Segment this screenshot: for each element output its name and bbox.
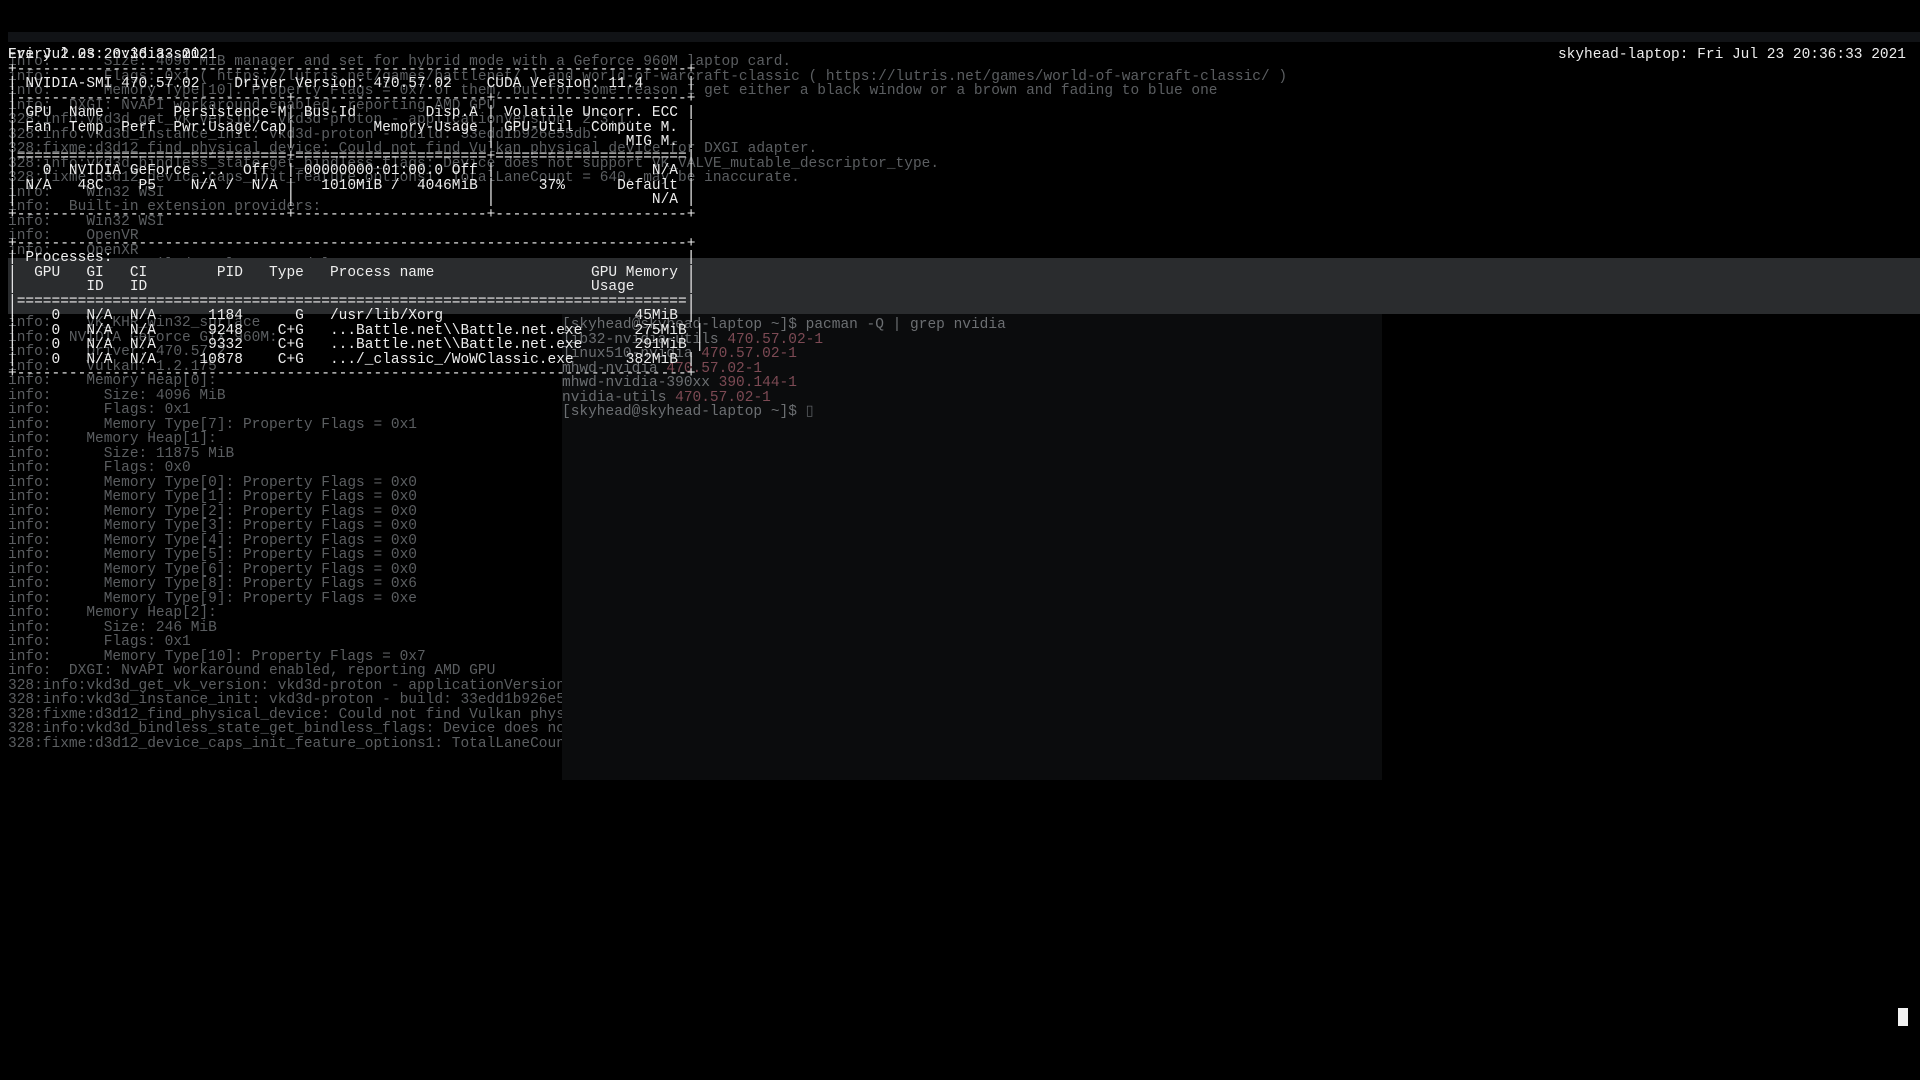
watch-interval-label: Every 2.0s: nvidia-smi — [8, 47, 199, 63]
watch-host-time: skyhead-laptop: Fri Jul 23 20:36:33 2021 — [1558, 47, 1906, 63]
watch-header-right: skyhead-laptop: Fri Jul 23 20:36:33 2021 — [1558, 48, 1906, 63]
screen: info: Size: 4096 MiB manager and set for… — [0, 0, 1920, 1080]
shell-prompt: [skyhead@skyhead-laptop ~]$ — [562, 404, 806, 420]
shell-command: pacman -Q | grep nvidia — [806, 317, 1006, 333]
nvidia-smi-output[interactable]: Fri Jul 23 20:36:33 2021 +--------------… — [8, 48, 704, 382]
smi-border: +---------------------------------------… — [8, 366, 695, 382]
cursor-glyph: ▯ — [806, 404, 814, 420]
terminal-cursor — [1898, 1008, 1908, 1026]
titlebar-strip — [8, 32, 1920, 42]
